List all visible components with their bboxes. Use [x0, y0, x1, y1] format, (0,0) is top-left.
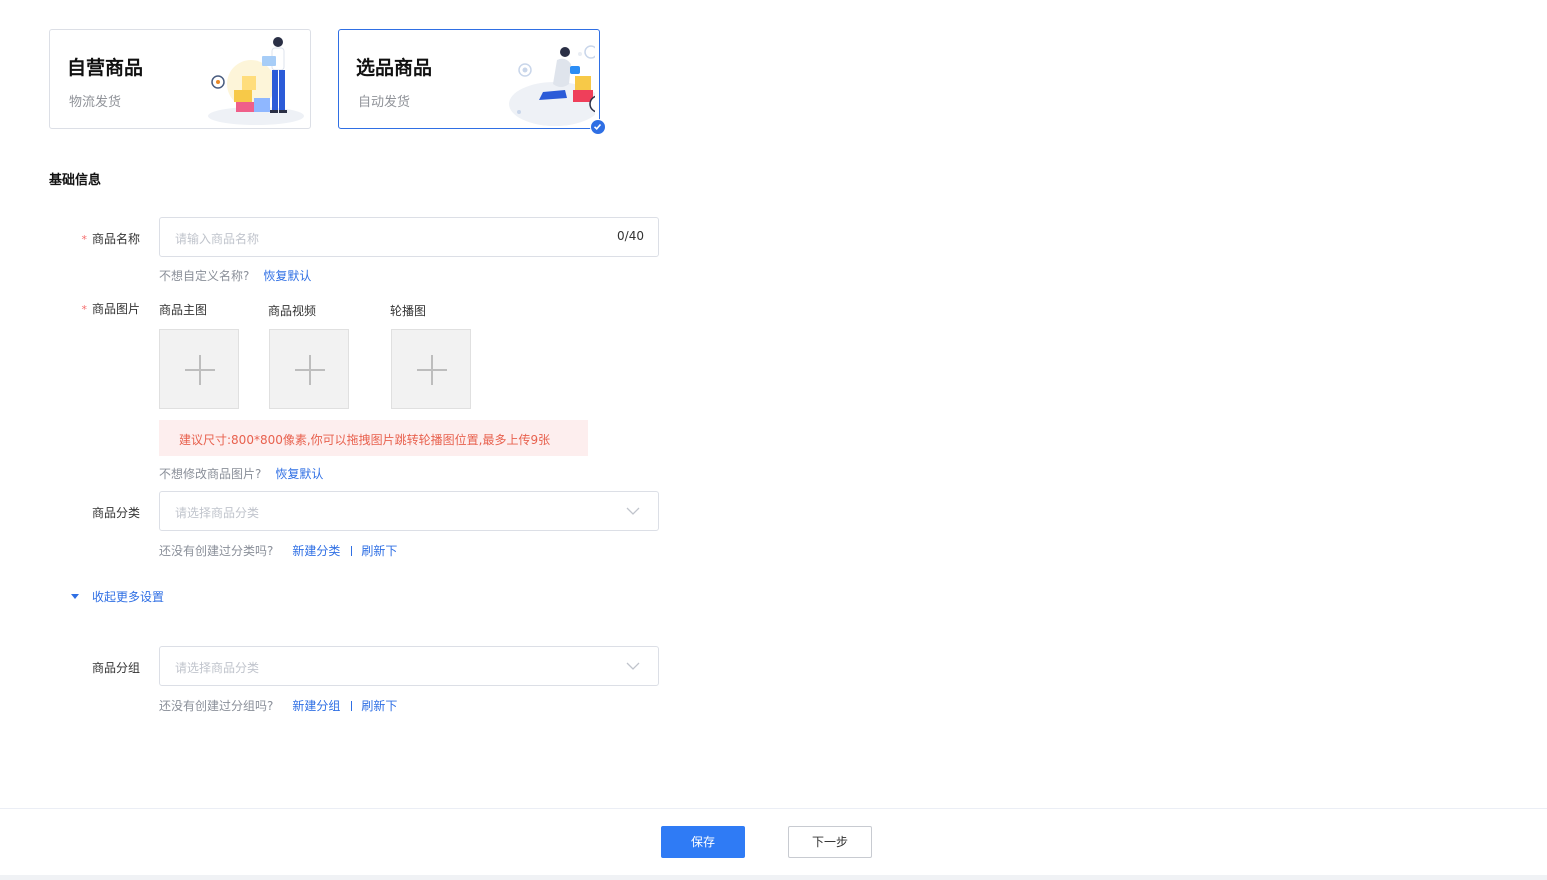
kneeling-person-illustration [509, 45, 595, 126]
product-name-input[interactable]: 请输入商品名称 0/40 [159, 217, 659, 257]
new-group-link[interactable]: 新建分组 [292, 699, 340, 713]
images-hint: 不想修改商品图片? 恢复默认 [159, 467, 324, 481]
chevron-down-icon [626, 507, 640, 515]
group-label: 商品分组 [91, 661, 140, 675]
footer-bottom-strip [0, 875, 1547, 880]
footer-bar [0, 808, 1547, 880]
link-divider [351, 546, 353, 556]
input-placeholder: 请输入商品名称 [175, 232, 260, 246]
card-self-operated[interactable]: 自营商品 物流发货 [49, 29, 311, 129]
restore-default-images-link[interactable]: 恢复默认 [275, 467, 323, 481]
refresh-category-link[interactable]: 刷新下 [361, 544, 397, 558]
chevron-down-icon [626, 662, 640, 670]
caret-down-icon [71, 594, 79, 599]
upload-video-button[interactable] [269, 329, 349, 409]
video-label: 商品视频 [268, 304, 317, 318]
card-selection-product[interactable]: 选品商品 自动发货 [338, 29, 606, 135]
upload-carousel-button[interactable] [391, 329, 471, 409]
category-select[interactable]: 请选择商品分类 [159, 491, 659, 531]
category-label: 商品分类 [91, 506, 140, 520]
category-hint: 还没有创建过分类吗? 新建分类 刷新下 [159, 544, 398, 558]
carousel-label: 轮播图 [390, 304, 427, 318]
product-form-page: 自营商品 物流发货 选品商品 自动发货 基础信息 * 商品名称 请输入商品名称 … [0, 0, 1547, 880]
group-select[interactable]: 请选择商品分类 [159, 646, 659, 686]
required-mark: * [81, 233, 87, 246]
next-step-button[interactable]: 下一步 [788, 826, 872, 858]
group-hint: 还没有创建过分组吗? 新建分组 刷新下 [159, 699, 398, 713]
image-size-warning: 建议尺寸:800*800像素,你可以拖拽图片跳转轮播图位置,最多上传9张 [159, 420, 588, 456]
card-title: 自营商品 [67, 57, 144, 79]
upload-main-image-button[interactable] [159, 329, 239, 409]
select-placeholder: 请选择商品分类 [175, 506, 260, 520]
card-subtitle: 自动发货 [358, 95, 411, 110]
select-placeholder: 请选择商品分类 [175, 661, 260, 675]
char-counter: 0/40 [617, 229, 644, 243]
collapse-more-settings-toggle[interactable]: 收起更多设置 [71, 588, 164, 605]
link-divider [351, 701, 353, 711]
product-images-label: * 商品图片 [81, 302, 140, 316]
refresh-group-link[interactable]: 刷新下 [361, 699, 397, 713]
card-title: 选品商品 [356, 57, 433, 79]
product-name-label: * 商品名称 [81, 232, 140, 246]
card-subtitle: 物流发货 [69, 95, 122, 110]
section-title: 基础信息 [49, 173, 102, 188]
new-category-link[interactable]: 新建分类 [292, 544, 340, 558]
required-mark: * [81, 303, 87, 316]
restore-default-name-link[interactable]: 恢复默认 [263, 269, 311, 283]
save-button[interactable]: 保存 [661, 826, 745, 858]
main-image-label: 商品主图 [159, 303, 208, 317]
name-hint: 不想自定义名称? 恢复默认 [159, 269, 312, 283]
selected-check-icon [590, 119, 606, 135]
person-with-boxes-illustration [208, 37, 304, 125]
